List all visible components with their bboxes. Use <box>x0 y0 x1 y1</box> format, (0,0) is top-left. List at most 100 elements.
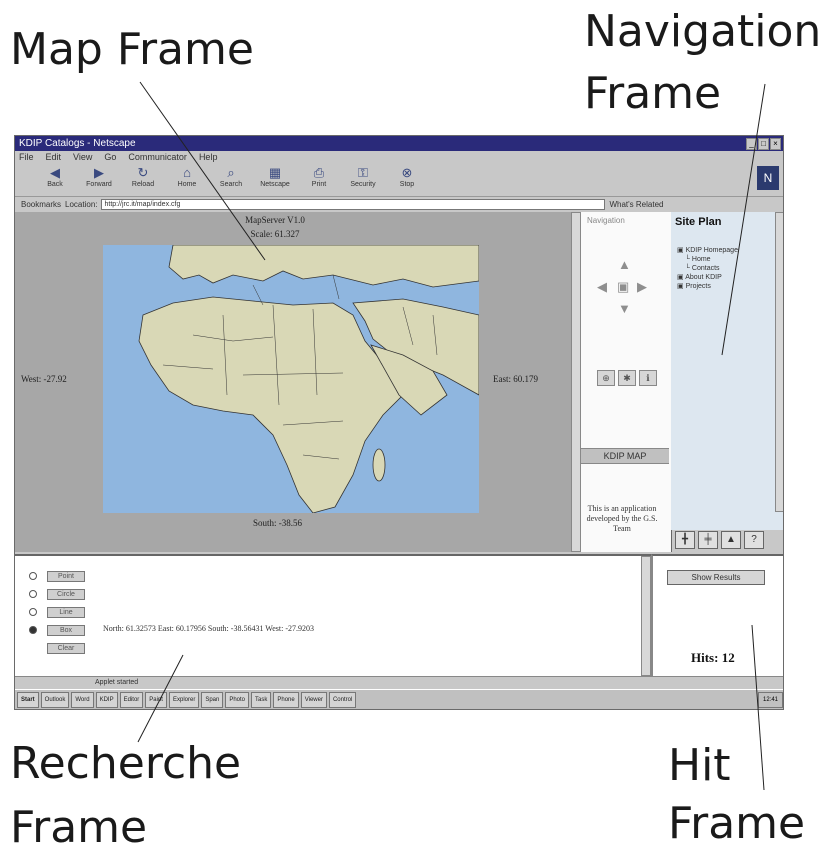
callout-map-frame: Map Frame <box>10 24 254 75</box>
nav-note: This is an application developed by the … <box>586 504 658 533</box>
menu-go[interactable]: Go <box>104 151 116 163</box>
callout-hit-frame-line2: Frame <box>668 798 806 849</box>
pan-up-icon[interactable]: ▲ <box>618 257 631 272</box>
tool-circle-button[interactable]: Circle <box>47 589 85 600</box>
tree-item[interactable]: └ Contacts <box>677 264 738 273</box>
collapse-icon[interactable]: ╪ <box>698 531 718 549</box>
location-bar: Bookmarks Location: http://jrc.it/map/in… <box>15 198 783 211</box>
forward-button[interactable]: ▶ Forward <box>79 163 119 196</box>
taskbar-item[interactable]: Explorer <box>168 691 200 708</box>
taskbar-item[interactable]: KDIP <box>95 691 118 708</box>
site-plan-title: Site Plan <box>675 216 722 228</box>
whats-related-button[interactable]: What's Related <box>609 200 663 209</box>
map-south: South: -38.56 <box>253 518 303 528</box>
radio-point[interactable] <box>29 572 37 580</box>
menu-help[interactable]: Help <box>199 151 218 163</box>
taskbar-item[interactable]: Task <box>251 691 272 708</box>
taskbar-item[interactable]: Word <box>71 691 94 708</box>
expand-icon[interactable]: ╋ <box>675 531 695 549</box>
pan-left-icon[interactable]: ◀ <box>597 279 607 295</box>
nav-scrollbar[interactable] <box>571 212 581 552</box>
stop-button[interactable]: ⊗ Stop <box>387 163 427 196</box>
pan-right-icon[interactable]: ▶ <box>637 279 647 295</box>
taskbar-item[interactable]: Outlook <box>40 691 70 708</box>
tool-line-button[interactable]: Line <box>47 607 85 618</box>
back-button[interactable]: ◀ Back <box>35 163 75 196</box>
radio-box[interactable] <box>29 626 37 634</box>
recherche-scrollbar[interactable] <box>641 556 651 676</box>
netscape-icon: ▦ <box>268 165 282 180</box>
home-button[interactable]: ⌂ Home <box>167 163 207 196</box>
security-icon: ⚿ <box>358 165 368 180</box>
tool-clear-button[interactable]: Clear <box>47 643 85 654</box>
site-plan-buttons: ╋ ╪ ▲ ? <box>675 530 781 550</box>
location-input[interactable]: http://jrc.it/map/index.cfg <box>101 199 606 210</box>
radio-line[interactable] <box>29 608 37 616</box>
print-icon: ⎙ <box>313 165 325 180</box>
info-icon[interactable]: ℹ <box>639 370 657 386</box>
menu-edit[interactable]: Edit <box>46 151 62 163</box>
status-bar: Applet started <box>15 676 783 688</box>
site-scrollbar[interactable] <box>775 212 783 512</box>
taskbar-item[interactable]: Control <box>328 691 357 708</box>
taskbar-item[interactable]: Paint <box>145 691 167 708</box>
map-image[interactable] <box>103 244 480 514</box>
window-title: KDIP Catalogs - Netscape <box>19 138 136 149</box>
taskbar-item[interactable]: Phone <box>273 691 299 708</box>
tree-item[interactable]: ▣ KDIP Homepage <box>677 246 738 255</box>
home-tree-icon[interactable]: ▲ <box>721 531 741 549</box>
bookmarks-button[interactable]: Bookmarks <box>21 200 61 209</box>
menu-file[interactable]: File <box>19 151 34 163</box>
tray-clock: 12:41 <box>757 691 783 708</box>
taskbar-item[interactable]: Span <box>201 691 224 708</box>
pan-down-icon[interactable]: ▼ <box>618 301 631 316</box>
start-button[interactable]: Start <box>17 691 39 708</box>
maximize-icon[interactable]: □ <box>758 138 769 150</box>
map-east: East: 60.179 <box>493 374 538 384</box>
minimize-icon[interactable]: _ <box>746 138 757 150</box>
forward-arrow-icon: ▶ <box>94 165 104 180</box>
tool-box-button[interactable]: Box <box>47 625 85 636</box>
menu-view[interactable]: View <box>73 151 92 163</box>
search-button[interactable]: ⌕ Search <box>211 163 251 196</box>
pan-center-icon[interactable]: ▣ <box>617 279 629 295</box>
tree-item[interactable]: └ Home <box>677 255 738 264</box>
show-results-button[interactable]: Show Results <box>667 570 765 585</box>
land-europe <box>168 244 480 288</box>
security-button[interactable]: ⚿ Security <box>343 163 383 196</box>
map-header: MapServer V1.0 Scale: 61.327 <box>195 215 355 239</box>
navigation-toolbar: ◀ Back ▶ Forward ↻ Reload ⌂ Home ⌕ Search ▦ Ne… <box>15 163 783 197</box>
land-north-africa <box>138 296 404 514</box>
print-button[interactable]: ⎙ Print <box>299 163 339 196</box>
nav-header: Navigation <box>587 216 625 225</box>
radio-circle[interactable] <box>29 590 37 598</box>
help-icon[interactable]: ? <box>744 531 764 549</box>
search-coordinates: North: 61.32573 East: 60.17956 South: -3… <box>103 624 314 633</box>
tree-item[interactable]: ▣ Projects <box>677 282 738 291</box>
recherche-frame: Point Circle Line Box Clear North: 61.32… <box>15 554 651 678</box>
pan-arrow-pad: ▲ ◀ ▣ ▶ ▼ <box>597 257 651 317</box>
callout-recherche-frame-line1: Recherche <box>10 738 242 789</box>
taskbar-item[interactable]: Editor <box>119 691 144 708</box>
taskbar-item[interactable]: Photo <box>225 691 250 708</box>
nav-label: KDIP MAP <box>581 448 669 464</box>
madagascar <box>372 448 386 482</box>
location-label: Location: <box>65 200 98 209</box>
callout-navigation-frame-line2: Frame <box>584 68 722 119</box>
map-frame: MapServer V1.0 Scale: 61.327 West: -27.9… <box>15 212 573 552</box>
reload-button[interactable]: ↻ Reload <box>123 163 163 196</box>
globe-icon[interactable]: ✱ <box>618 370 636 386</box>
menu-communicator[interactable]: Communicator <box>128 151 187 163</box>
netscape-button[interactable]: ▦ Netscape <box>255 163 295 196</box>
callout-hit-frame-line1: Hit <box>668 740 731 791</box>
site-plan-frame: Site Plan ▣ KDIP Homepage └ Home └ Conta… <box>671 212 783 530</box>
tool-point-button[interactable]: Point <box>47 571 85 582</box>
taskbar-item[interactable]: Viewer <box>300 691 327 708</box>
navigation-frame: Navigation ▲ ◀ ▣ ▶ ▼ ⊕ ✱ ℹ KDIP MAP This… <box>571 212 672 552</box>
map-tool-row: ⊕ ✱ ℹ <box>597 370 657 386</box>
close-icon[interactable]: × <box>770 138 781 150</box>
tree-item[interactable]: ▣ About KDIP <box>677 273 738 282</box>
map-west: West: -27.92 <box>21 374 67 384</box>
africa-europe-map <box>138 244 480 514</box>
zoom-icon[interactable]: ⊕ <box>597 370 615 386</box>
